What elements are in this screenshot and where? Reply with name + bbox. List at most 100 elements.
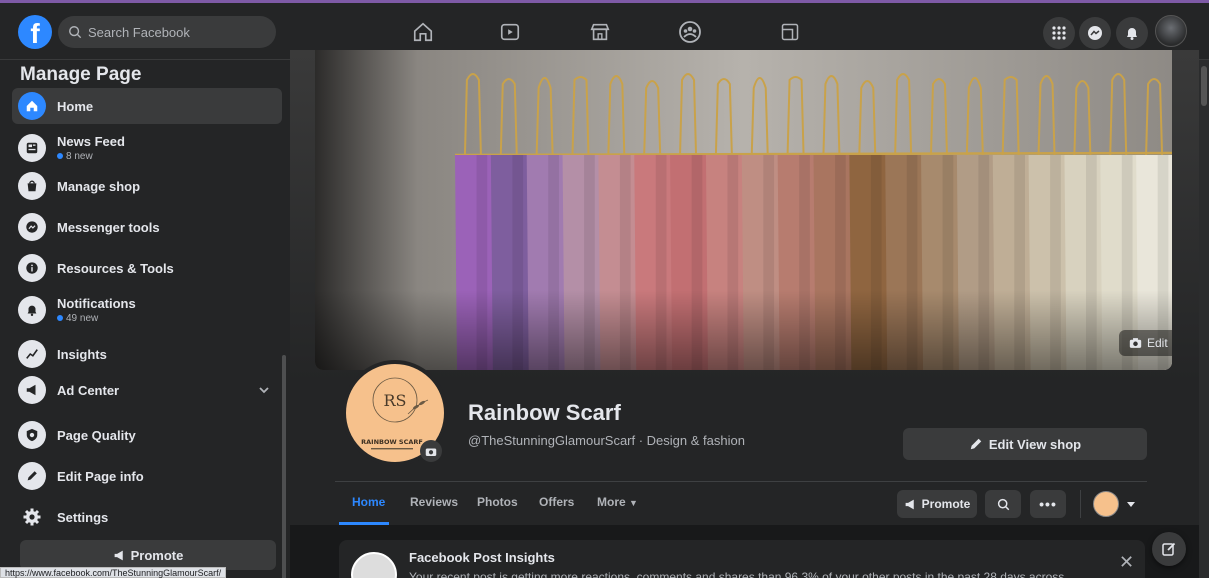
- shop-bag-icon: [18, 172, 46, 200]
- edit-cover-button[interactable]: Edit: [1119, 330, 1172, 356]
- active-tab-indicator: [339, 522, 389, 525]
- sidebar-item-label: Manage shop: [57, 178, 141, 194]
- sidebar-item-home[interactable]: Home: [12, 88, 282, 124]
- megaphone-icon: [18, 376, 46, 404]
- page-scrollbar-thumb[interactable]: [1201, 66, 1207, 106]
- manage-page-sidebar: Manage Page Home News Feed 8 new Manage …: [0, 60, 290, 578]
- menu-grid-icon[interactable]: [1043, 17, 1075, 49]
- sidebar-item-label: News Feed: [57, 134, 125, 149]
- chevron-down-icon[interactable]: [258, 384, 270, 396]
- close-icon[interactable]: ✕: [1119, 552, 1134, 573]
- news-feed-icon: [18, 134, 46, 162]
- facebook-logo[interactable]: f: [18, 15, 52, 49]
- ellipsis-icon: •••: [1039, 496, 1057, 512]
- tab-reviews[interactable]: Reviews: [410, 495, 458, 509]
- edit-view-shop-label: Edit View shop: [988, 436, 1082, 452]
- watch-icon[interactable]: [495, 17, 525, 47]
- search-input[interactable]: Search Facebook: [58, 16, 276, 48]
- sidebar-item-insights[interactable]: Insights: [12, 336, 282, 372]
- more-options-button[interactable]: •••: [1030, 490, 1066, 518]
- tab-photos[interactable]: Photos: [477, 495, 518, 509]
- camera-icon: [1129, 338, 1142, 348]
- sidebar-item-notifications[interactable]: Notifications 49 new: [12, 288, 282, 332]
- post-thumbnail: [351, 552, 397, 578]
- home-icon[interactable]: [408, 17, 438, 47]
- page-avatar-switch[interactable]: [1093, 491, 1119, 517]
- sidebar-item-page-quality[interactable]: Page Quality: [12, 417, 282, 453]
- sidebar-item-label: Notifications: [57, 296, 136, 311]
- account-avatar[interactable]: [1155, 15, 1187, 47]
- promote-label: Promote: [130, 547, 184, 563]
- caret-down-icon[interactable]: [1126, 501, 1136, 509]
- page-title: Rainbow Scarf: [468, 400, 621, 425]
- home-icon: [18, 92, 46, 120]
- sidebar-item-messenger-tools[interactable]: Messenger tools: [12, 209, 282, 245]
- sidebar-item-label: Ad Center: [57, 382, 120, 398]
- promote-button[interactable]: Promote: [897, 490, 977, 518]
- groups-icon[interactable]: [675, 17, 705, 47]
- page-scrollbar[interactable]: [1199, 60, 1209, 578]
- sidebar-item-label: Page Quality: [57, 427, 136, 443]
- tab-more-label: More: [597, 495, 626, 509]
- messenger-icon: [18, 213, 46, 241]
- camera-icon: [425, 448, 437, 456]
- megaphone-icon: [114, 550, 123, 560]
- notifications-new-count: 49 new: [57, 313, 136, 324]
- page-handle-category: @TheStunningGlamourScarf · Design & fash…: [468, 433, 745, 448]
- sidebar-promote-button[interactable]: Promote: [20, 540, 276, 570]
- insights-icon: [18, 340, 46, 368]
- insights-body: Your recent post is getting more reactio…: [409, 570, 1065, 578]
- search-icon: [997, 498, 1009, 510]
- pencil-icon: [970, 438, 982, 450]
- sidebar-title: Manage Page: [20, 64, 142, 85]
- post-insights-card: Facebook Post Insights Your recent post …: [339, 540, 1145, 578]
- sidebar-item-label: Resources & Tools: [57, 260, 174, 276]
- toolbar-separator: [1080, 490, 1081, 518]
- search-icon: [69, 26, 82, 39]
- pencil-icon: [18, 462, 46, 490]
- megaphone-icon: [905, 499, 914, 509]
- search-placeholder: Search Facebook: [88, 24, 190, 40]
- gear-icon: [18, 503, 46, 531]
- change-profile-photo-button[interactable]: [420, 440, 442, 462]
- notifications-icon[interactable]: [1116, 17, 1148, 49]
- scarves-on-hangers-image: [315, 50, 1172, 370]
- sidebar-item-ad-center[interactable]: Ad Center: [12, 372, 282, 408]
- caret-down-icon: ▼: [629, 498, 638, 508]
- sidebar-item-resources-tools[interactable]: Resources & Tools: [12, 250, 282, 286]
- status-bar-url: https://www.facebook.com/TheStunningGlam…: [0, 567, 227, 578]
- tab-home[interactable]: Home: [352, 495, 385, 509]
- page-main-content: Edit RS RAINBOW SCARF Rainbow Scarf @The…: [290, 50, 1209, 578]
- logo-monogram: RS: [383, 391, 406, 410]
- sidebar-item-settings[interactable]: Settings: [12, 499, 282, 535]
- marketplace-icon[interactable]: [585, 17, 615, 47]
- edit-view-shop-button[interactable]: Edit View shop: [903, 428, 1147, 460]
- gaming-icon[interactable]: [775, 17, 805, 47]
- sidebar-item-manage-shop[interactable]: Manage shop: [12, 168, 282, 204]
- tabs-divider: [335, 481, 1147, 482]
- promote-label: Promote: [921, 497, 971, 511]
- shield-icon: [18, 421, 46, 449]
- sidebar-item-news-feed[interactable]: News Feed 8 new: [12, 126, 282, 170]
- tab-offers[interactable]: Offers: [539, 495, 574, 509]
- sidebar-item-label: Edit Page info: [57, 468, 144, 484]
- compose-icon: [1162, 542, 1176, 556]
- bell-icon: [18, 296, 46, 324]
- logo-brand-text: RAINBOW SCARF: [361, 438, 423, 446]
- edit-cover-label: Edit: [1147, 336, 1168, 350]
- sidebar-item-label: Insights: [57, 346, 107, 362]
- messenger-icon[interactable]: [1079, 17, 1111, 49]
- sidebar-scrollbar[interactable]: [282, 355, 286, 578]
- new-message-button[interactable]: [1152, 532, 1186, 566]
- info-icon: [18, 254, 46, 282]
- sidebar-item-label: Settings: [57, 509, 109, 525]
- cover-photo[interactable]: Edit: [315, 50, 1172, 370]
- cover-area: Edit RS RAINBOW SCARF Rainbow Scarf @The…: [290, 50, 1199, 525]
- sidebar-item-label: Messenger tools: [57, 219, 160, 235]
- search-page-button[interactable]: [985, 490, 1021, 518]
- tab-more[interactable]: More ▼: [597, 495, 638, 509]
- sidebar-item-label: Home: [57, 98, 94, 114]
- news-feed-new-count: 8 new: [57, 151, 125, 162]
- sidebar-item-edit-page-info[interactable]: Edit Page info: [12, 458, 282, 494]
- insights-title: Facebook Post Insights: [409, 550, 555, 565]
